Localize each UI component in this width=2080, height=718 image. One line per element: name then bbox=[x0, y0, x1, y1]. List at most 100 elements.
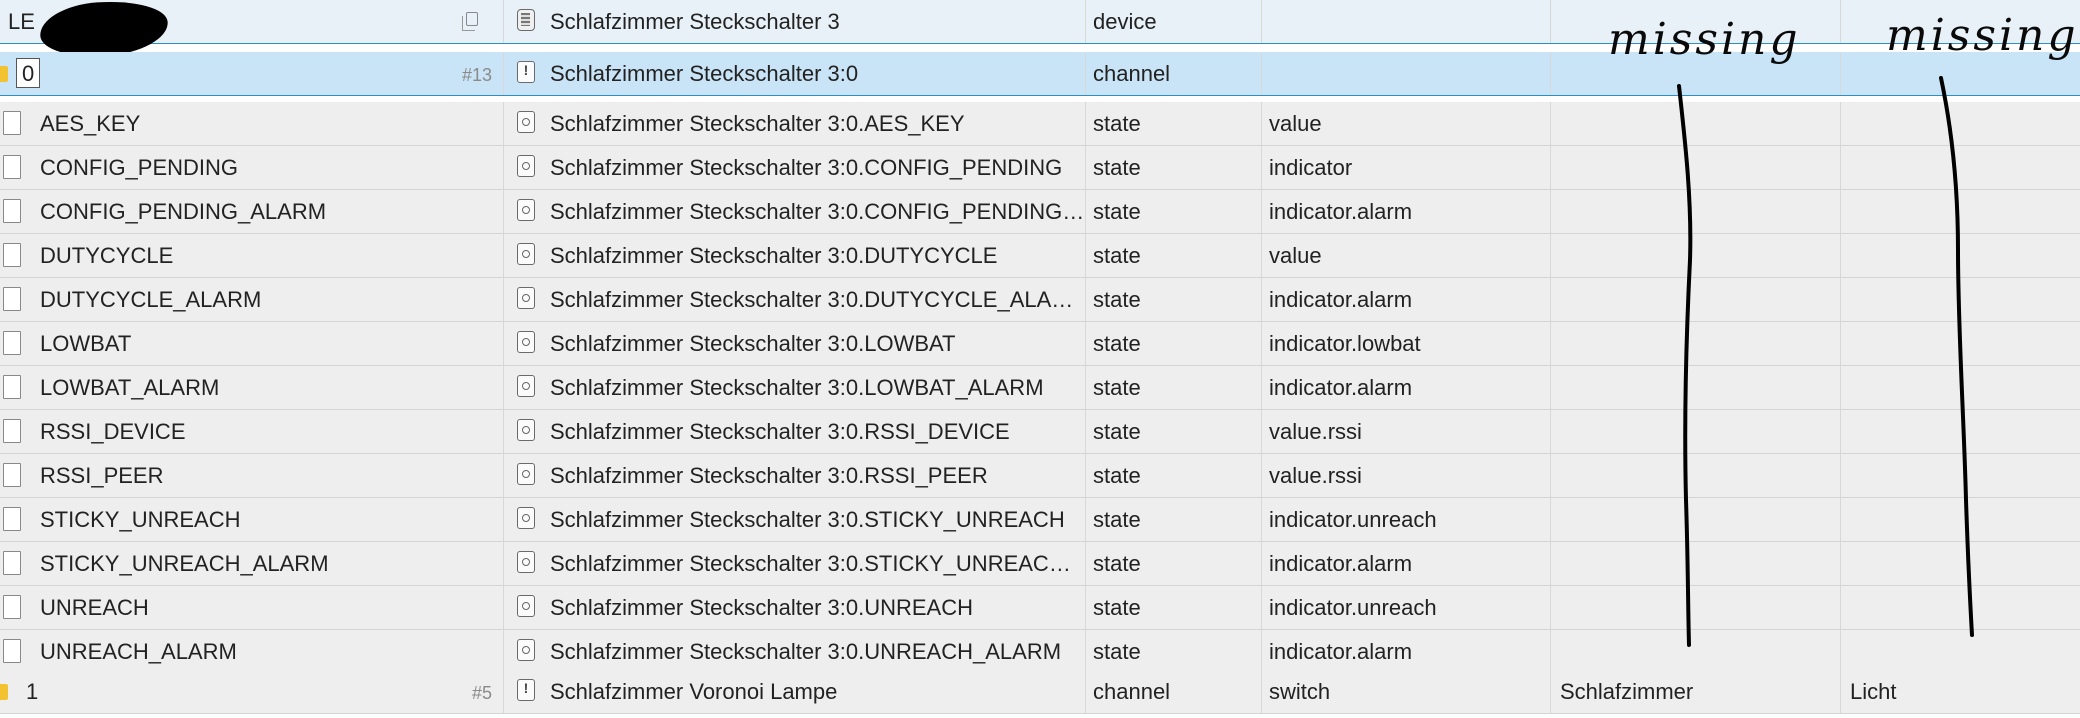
state-row[interactable]: LOWBAT_ALARM Schlafzimmer Steckschalter 3… bbox=[0, 366, 2080, 410]
state-icon bbox=[517, 551, 535, 573]
state-room-cell[interactable] bbox=[1560, 630, 1830, 673]
next-channel-row[interactable]: 1 #5 ! Schlafzimmer Voronoi Lampe channe… bbox=[0, 670, 2080, 714]
state-row[interactable]: CONFIG_PENDING Schlafzimmer Steckschalter… bbox=[0, 146, 2080, 190]
channel-id-cell[interactable]: 0 bbox=[16, 52, 56, 95]
state-icon bbox=[517, 111, 535, 133]
channel-type-cell: channel bbox=[1093, 61, 1171, 86]
column-separator bbox=[1085, 366, 1086, 409]
file-icon bbox=[3, 243, 21, 267]
copy-icon[interactable] bbox=[462, 12, 478, 31]
selected-channel-row[interactable]: 0 #13 ! Schlafzimmer Steckschalter 3:0 c… bbox=[0, 52, 2080, 96]
state-function-cell[interactable] bbox=[1850, 630, 2070, 673]
column-separator bbox=[1085, 410, 1086, 453]
column-separator bbox=[503, 366, 504, 409]
state-id-cell: DUTYCYCLE_ALARM bbox=[40, 287, 262, 312]
state-icon bbox=[517, 375, 535, 397]
state-name-cell: Schlafzimmer Steckschalter 3:0.UNREACH_A… bbox=[550, 639, 1062, 664]
state-room-cell[interactable] bbox=[1560, 454, 1830, 497]
file-icon bbox=[3, 463, 21, 487]
device-row[interactable]: LE Schlafzimmer Steckschalter 3 device bbox=[0, 0, 2080, 61]
state-row[interactable]: STICKY_UNREACH Schlafzimmer Steckschalter… bbox=[0, 498, 2080, 542]
column-separator bbox=[1550, 542, 1551, 585]
column-separator bbox=[1261, 454, 1262, 497]
state-row[interactable]: DUTYCYCLE_ALARM Schlafzimmer Steckschalte… bbox=[0, 278, 2080, 322]
state-role-cell: indicator.alarm bbox=[1269, 375, 1413, 400]
state-function-cell[interactable] bbox=[1850, 454, 2070, 497]
column-separator bbox=[1840, 670, 1841, 713]
state-row[interactable]: CONFIG_PENDING_ALARM Schlafzimmer Stecksc… bbox=[0, 190, 2080, 234]
folder-icon bbox=[0, 684, 8, 700]
column-separator bbox=[1261, 278, 1262, 321]
state-row[interactable]: UNREACH Schlafzimmer Steckschalter 3:0.UN… bbox=[0, 586, 2080, 630]
channel-id-edit-box[interactable]: 0 bbox=[16, 58, 41, 88]
column-separator bbox=[1840, 102, 1841, 145]
column-separator bbox=[503, 322, 504, 365]
state-id-cell: STICKY_UNREACH bbox=[40, 507, 241, 532]
column-separator bbox=[1550, 410, 1551, 453]
state-row[interactable]: STICKY_UNREACH_ALARM Schlafzimmer Stecksc… bbox=[0, 542, 2080, 586]
state-id-cell: CONFIG_PENDING_ALARM bbox=[40, 199, 327, 224]
channel-room-cell[interactable]: Schlafzimmer bbox=[1560, 670, 1830, 713]
state-room-cell[interactable] bbox=[1560, 410, 1830, 453]
file-icon bbox=[3, 111, 21, 135]
state-function-cell[interactable] bbox=[1850, 190, 2070, 233]
state-room-cell[interactable] bbox=[1560, 542, 1830, 585]
state-room-cell[interactable] bbox=[1560, 322, 1830, 365]
column-separator bbox=[1550, 322, 1551, 365]
state-row[interactable]: RSSI_PEER Schlafzimmer Steckschalter 3:0.… bbox=[0, 454, 2080, 498]
column-separator bbox=[1085, 586, 1086, 629]
column-separator bbox=[503, 52, 504, 95]
file-icon bbox=[3, 551, 21, 575]
state-function-cell[interactable] bbox=[1850, 322, 2070, 365]
column-separator bbox=[503, 102, 504, 145]
device-name-cell: Schlafzimmer Steckschalter 3 bbox=[550, 9, 840, 34]
state-name-cell: Schlafzimmer Steckschalter 3:0.CONFIG_PE… bbox=[550, 199, 1085, 224]
state-type-cell: state bbox=[1093, 375, 1141, 400]
state-room-cell[interactable] bbox=[1560, 234, 1830, 277]
state-function-cell[interactable] bbox=[1850, 278, 2070, 321]
state-function-cell[interactable] bbox=[1850, 366, 2070, 409]
state-room-cell[interactable] bbox=[1560, 586, 1830, 629]
state-function-cell[interactable] bbox=[1850, 102, 2070, 145]
state-function-cell[interactable] bbox=[1850, 146, 2070, 189]
state-function-cell[interactable] bbox=[1850, 234, 2070, 277]
column-separator bbox=[1261, 670, 1262, 713]
state-room-cell[interactable] bbox=[1560, 102, 1830, 145]
column-separator bbox=[1550, 0, 1551, 43]
state-function-cell[interactable] bbox=[1850, 410, 2070, 453]
state-function-cell[interactable] bbox=[1850, 586, 2070, 629]
column-separator bbox=[1085, 146, 1086, 189]
state-id-cell: STICKY_UNREACH_ALARM bbox=[40, 551, 329, 576]
column-separator bbox=[1550, 454, 1551, 497]
file-icon bbox=[3, 331, 21, 355]
column-separator bbox=[1085, 498, 1086, 541]
column-separator bbox=[503, 234, 504, 277]
state-role-cell: value.rssi bbox=[1269, 419, 1362, 444]
state-room-cell[interactable] bbox=[1560, 498, 1830, 541]
state-room-cell[interactable] bbox=[1560, 278, 1830, 321]
state-room-cell[interactable] bbox=[1560, 190, 1830, 233]
column-separator bbox=[1550, 102, 1551, 145]
state-icon bbox=[517, 595, 535, 617]
state-icon bbox=[517, 155, 535, 177]
state-room-cell[interactable] bbox=[1560, 146, 1830, 189]
column-separator bbox=[503, 146, 504, 189]
file-icon bbox=[3, 507, 21, 531]
state-row[interactable]: LOWBAT Schlafzimmer Steckschalter 3:0.LOW… bbox=[0, 322, 2080, 366]
device-icon bbox=[517, 9, 535, 31]
state-row[interactable]: DUTYCYCLE Schlafzimmer Steckschalter 3:0.… bbox=[0, 234, 2080, 278]
column-separator bbox=[1261, 542, 1262, 585]
channel-name-cell: Schlafzimmer Voronoi Lampe bbox=[550, 679, 838, 704]
state-name-cell: Schlafzimmer Steckschalter 3:0.RSSI_PEER bbox=[550, 463, 988, 488]
folder-icon bbox=[0, 66, 8, 82]
state-row[interactable]: AES_KEY Schlafzimmer Steckschalter 3:0.AE… bbox=[0, 102, 2080, 146]
channel-function-cell[interactable]: Licht bbox=[1850, 670, 2070, 713]
state-row[interactable]: UNREACH_ALARM Schlafzimmer Steckschalter … bbox=[0, 630, 2080, 674]
column-separator bbox=[503, 586, 504, 629]
state-role-cell: indicator.alarm bbox=[1269, 551, 1413, 576]
state-room-cell[interactable] bbox=[1560, 366, 1830, 409]
state-function-cell[interactable] bbox=[1850, 498, 2070, 541]
column-separator bbox=[503, 630, 504, 673]
state-row[interactable]: RSSI_DEVICE Schlafzimmer Steckschalter 3:… bbox=[0, 410, 2080, 454]
state-function-cell[interactable] bbox=[1850, 542, 2070, 585]
